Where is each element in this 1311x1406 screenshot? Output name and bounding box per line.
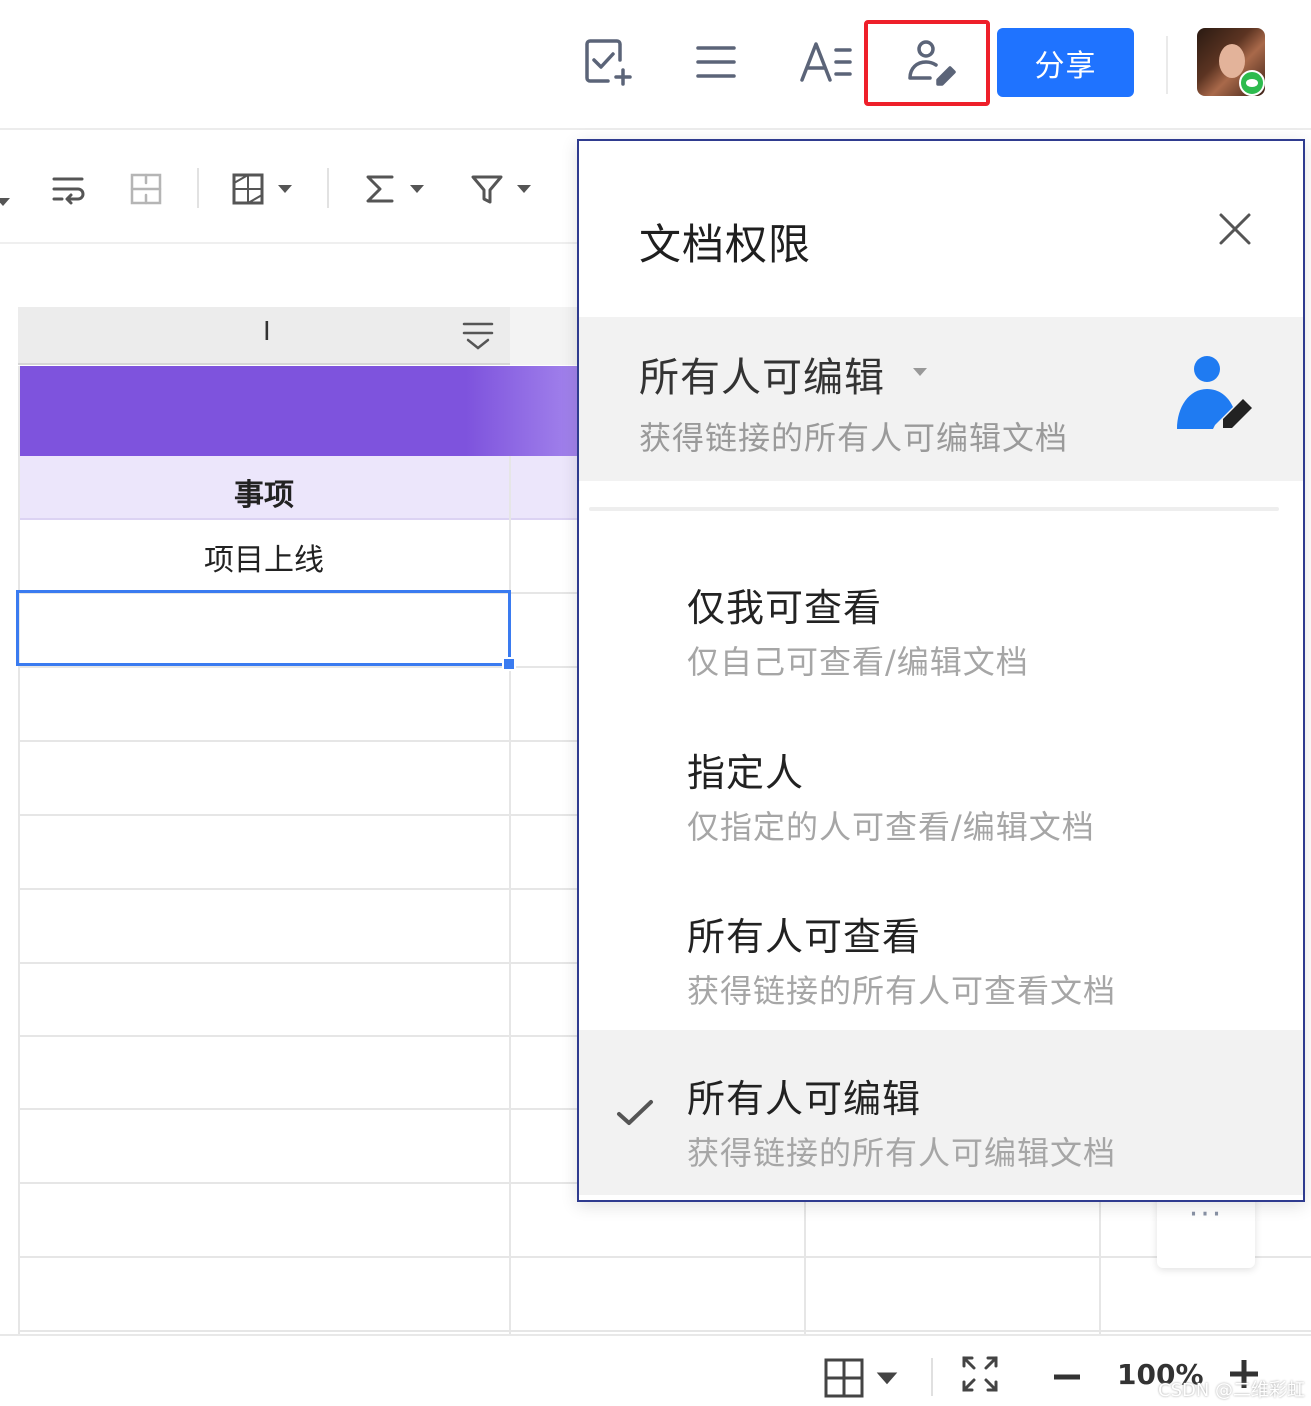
toolbar-divider xyxy=(327,168,329,208)
add-task-icon[interactable] xyxy=(576,30,640,94)
grid-view-icon[interactable] xyxy=(824,1356,904,1404)
grid-line xyxy=(18,1035,578,1037)
option-title: 所有人可查看 xyxy=(687,915,922,959)
grid-line xyxy=(509,456,511,1334)
filter-icon[interactable] xyxy=(467,165,531,213)
grid-line xyxy=(18,366,20,1334)
merge-cells-icon[interactable] xyxy=(126,165,166,213)
status-bar xyxy=(0,1334,1311,1406)
option-only-me[interactable]: 仅我可查看 仅自己可查看/编辑文档 xyxy=(579,539,1303,704)
watermark: CSDN @二维彩虹 xyxy=(1158,1380,1306,1401)
wechat-badge-icon xyxy=(1239,70,1265,96)
text-format-icon[interactable] xyxy=(794,30,858,94)
close-icon[interactable] xyxy=(1217,211,1253,247)
avatar[interactable] xyxy=(1197,28,1265,96)
grid-line xyxy=(18,1182,578,1184)
selected-cell[interactable] xyxy=(16,590,511,666)
grid-line xyxy=(18,1108,578,1110)
current-permission-label: 所有人可编辑 xyxy=(639,355,885,401)
column-letter: I xyxy=(263,317,271,347)
option-title: 所有人可编辑 xyxy=(687,1077,922,1121)
option-description: 获得链接的所有人可编辑文档 xyxy=(687,1134,1117,1172)
current-permission[interactable]: 所有人可编辑 获得链接的所有人可编辑文档 xyxy=(579,317,1303,481)
panel-divider xyxy=(589,507,1279,511)
option-anyone-view[interactable]: 所有人可查看 获得链接的所有人可查看文档 xyxy=(579,868,1303,1033)
table-cell[interactable]: 项目上线 xyxy=(18,535,510,579)
grid-line xyxy=(18,666,578,668)
grid-line xyxy=(18,814,578,816)
permission-icon[interactable] xyxy=(898,30,962,94)
column-header[interactable]: I xyxy=(18,307,510,365)
wrap-text-icon[interactable] xyxy=(48,165,88,213)
share-button[interactable]: 分享 xyxy=(997,28,1134,97)
option-specified-people[interactable]: 指定人 仅指定的人可查看/编辑文档 xyxy=(579,704,1303,869)
header-cell: 事项 xyxy=(234,478,294,513)
option-description: 仅指定的人可查看/编辑文档 xyxy=(687,808,1095,846)
fill-handle[interactable] xyxy=(502,657,516,671)
borders-icon[interactable] xyxy=(228,165,292,213)
permission-panel: 文档权限 所有人可编辑 获得链接的所有人可编辑文档 仅我可查看 仅自己可查看/编… xyxy=(577,139,1305,1202)
person-edit-icon xyxy=(1177,356,1252,429)
grid-line xyxy=(804,1200,806,1334)
column-menu-icon[interactable] xyxy=(460,319,496,353)
title-band[interactable] xyxy=(18,366,578,456)
dropdown-caret-icon[interactable] xyxy=(0,178,10,226)
grid-line xyxy=(18,888,578,890)
grid-line xyxy=(18,962,578,964)
current-permission-description: 获得链接的所有人可编辑文档 xyxy=(639,419,1069,457)
dropdown-caret-icon xyxy=(913,368,927,376)
grid-line xyxy=(18,1330,1311,1332)
header-row[interactable]: 事项 xyxy=(18,456,578,520)
toolbar-divider xyxy=(197,168,199,208)
option-description: 仅自己可查看/编辑文档 xyxy=(687,643,1029,681)
fullscreen-icon[interactable] xyxy=(960,1354,1000,1398)
column-header-next xyxy=(510,307,578,365)
panel-title: 文档权限 xyxy=(639,220,812,269)
zoom-out-icon[interactable] xyxy=(1052,1362,1082,1396)
divider xyxy=(1166,36,1168,94)
option-title: 指定人 xyxy=(687,751,805,795)
list-icon[interactable] xyxy=(684,30,748,94)
top-bar: 分享 xyxy=(0,0,1311,130)
statusbar-divider xyxy=(931,1358,933,1396)
sum-icon[interactable] xyxy=(360,165,424,213)
option-anyone-edit[interactable]: 所有人可编辑 获得链接的所有人可编辑文档 xyxy=(579,1030,1303,1195)
checkmark-icon xyxy=(617,1100,653,1125)
option-description: 获得链接的所有人可查看文档 xyxy=(687,972,1117,1010)
grid-line xyxy=(18,740,578,742)
grid-line xyxy=(1099,1200,1101,1334)
option-title: 仅我可查看 xyxy=(687,586,883,630)
grid-line xyxy=(18,1256,1311,1258)
